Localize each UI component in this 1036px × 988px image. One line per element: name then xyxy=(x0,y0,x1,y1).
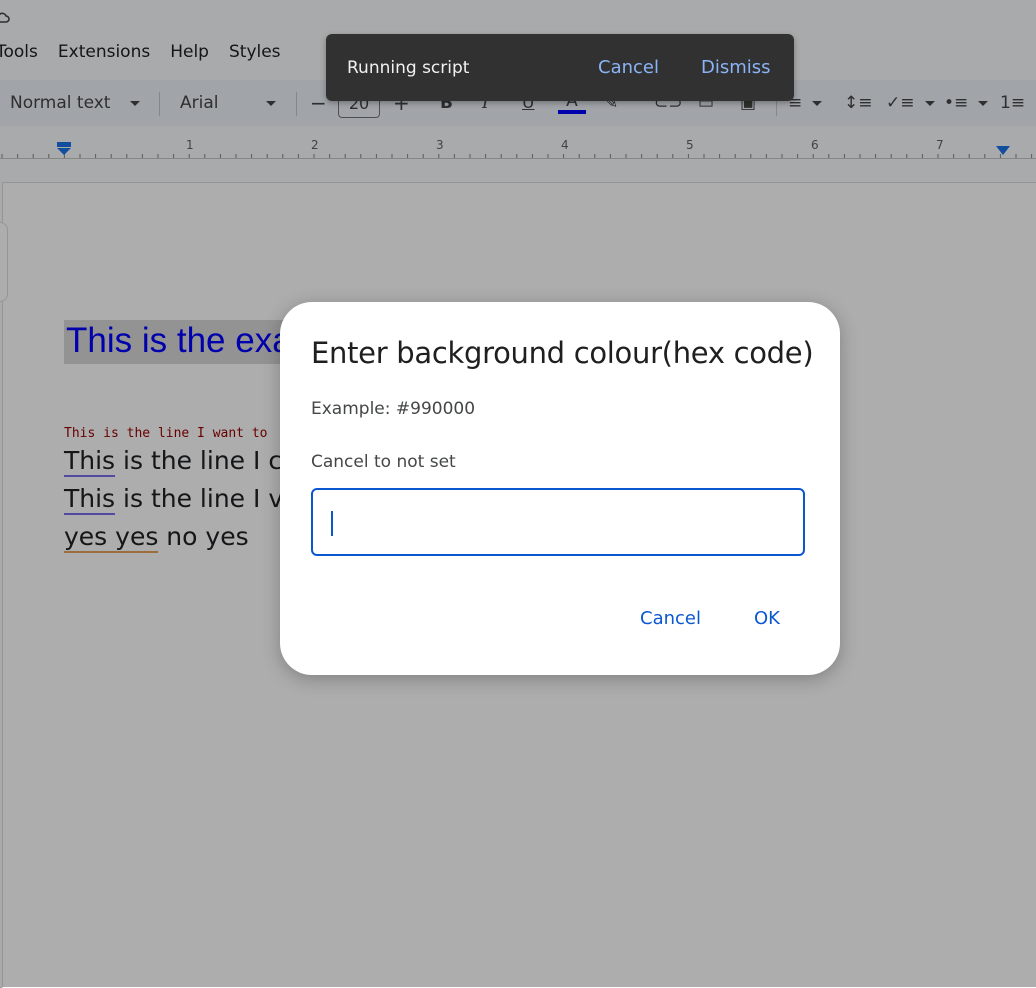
snackbar-cancel-button[interactable]: Cancel xyxy=(598,57,659,78)
snackbar-message: Running script xyxy=(347,58,470,78)
prompt-dialog: Enter background colour(hex code) Exampl… xyxy=(280,302,840,675)
text-cursor xyxy=(331,511,333,536)
hex-code-input[interactable] xyxy=(311,488,805,556)
dialog-title: Enter background colour(hex code) xyxy=(311,336,814,370)
script-snackbar: Running script Cancel Dismiss xyxy=(326,34,794,101)
dialog-hint-text: Cancel to not set xyxy=(311,452,456,472)
snackbar-dismiss-button[interactable]: Dismiss xyxy=(701,57,771,78)
dialog-cancel-button[interactable]: Cancel xyxy=(640,608,701,629)
dialog-ok-button[interactable]: OK xyxy=(754,608,780,629)
dialog-example-text: Example: #990000 xyxy=(311,399,476,419)
